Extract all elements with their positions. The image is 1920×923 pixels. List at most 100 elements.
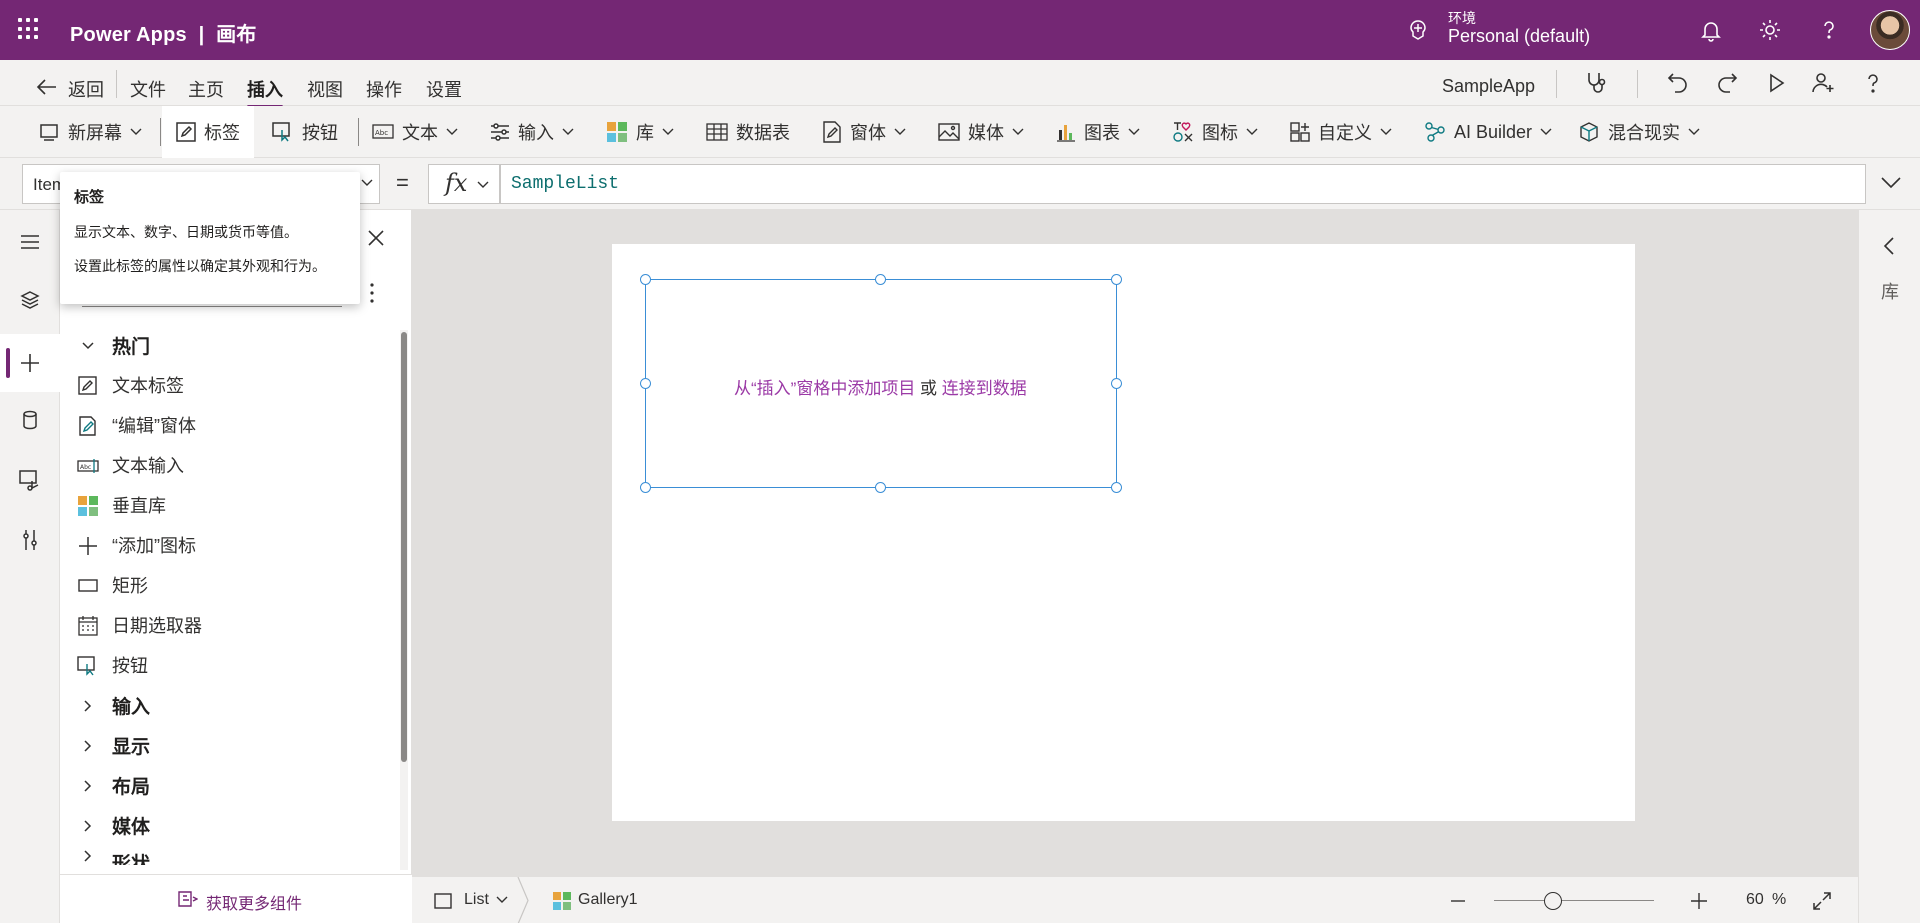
close-icon[interactable] [368, 230, 384, 246]
input-menu[interactable]: 输入 [490, 106, 574, 158]
group-input[interactable]: 输入 [60, 685, 402, 725]
back-arrow-icon[interactable] [36, 78, 58, 96]
user-avatar[interactable] [1870, 10, 1910, 50]
app-name[interactable]: SampleApp [1442, 76, 1535, 97]
insert-item-edit-form[interactable]: “编辑”窗体 [60, 405, 402, 445]
gear-icon[interactable] [1756, 16, 1784, 44]
environment-name[interactable]: Personal (default) [1448, 26, 1590, 47]
menu-view[interactable]: 视图 [307, 76, 343, 102]
app-checker-icon[interactable] [1584, 70, 1610, 96]
hamburger-icon[interactable] [18, 230, 42, 254]
insert-item-text-label[interactable]: 文本标签 [60, 365, 402, 405]
menu-divider [116, 70, 117, 98]
chevron-down-icon [361, 179, 373, 186]
gallery-placeholder: 从“插入”窗格中添加项目 或 连接到数据 [734, 374, 1027, 399]
insert-item-add-icon[interactable]: “添加”图标 [60, 525, 402, 565]
bell-icon[interactable] [1697, 16, 1725, 44]
chevron-down-icon [130, 128, 142, 135]
insert-item-rectangle[interactable]: 矩形 [60, 565, 402, 605]
undo-icon[interactable] [1665, 70, 1691, 96]
resize-handle[interactable] [875, 274, 886, 285]
custom-components-icon [1290, 122, 1310, 142]
mixed-reality-menu[interactable]: 混合现实 [1578, 106, 1700, 158]
zoom-in-icon[interactable] [1690, 892, 1708, 910]
zoom-slider[interactable] [1494, 900, 1654, 901]
formula-input[interactable]: SampleList [500, 164, 1866, 204]
group-popular[interactable]: 热门 [60, 325, 402, 365]
help-icon[interactable] [1815, 16, 1843, 44]
insert-item-text-input[interactable]: Abc 文本输入 [60, 445, 402, 485]
zoom-value[interactable]: 60 [1746, 891, 1764, 909]
redo-icon[interactable] [1714, 70, 1740, 96]
help-icon[interactable] [1860, 70, 1886, 96]
chevron-down-icon [1246, 128, 1258, 135]
menu-file[interactable]: 文件 [130, 76, 166, 102]
chevron-down-icon [477, 181, 489, 188]
ai-builder-menu[interactable]: AI Builder [1424, 106, 1552, 158]
resize-handle[interactable] [640, 482, 651, 493]
resize-handle[interactable] [875, 482, 886, 493]
share-user-icon[interactable] [1810, 70, 1836, 96]
environment-icon[interactable] [1406, 18, 1430, 42]
resize-handle[interactable] [1111, 482, 1122, 493]
expand-formula-icon[interactable] [1880, 176, 1902, 190]
menu-settings[interactable]: 设置 [426, 76, 462, 102]
group-label: 布局 [112, 776, 151, 798]
group-shapes[interactable]: 形状 [60, 845, 402, 865]
data-icon[interactable] [18, 408, 42, 432]
menu-home[interactable]: 主页 [188, 76, 224, 102]
chevron-right-icon [84, 700, 92, 712]
search-input[interactable] [82, 306, 342, 307]
gallery-menu[interactable]: 库 [606, 106, 674, 158]
insert-item-date-picker[interactable]: 日期选取器 [60, 605, 402, 645]
more-options-icon[interactable] [368, 282, 376, 304]
data-table-button[interactable]: 数据表 [706, 106, 790, 158]
group-media[interactable]: 媒体 [60, 805, 402, 845]
new-screen-button[interactable]: 新屏幕 [40, 106, 142, 158]
charts-menu[interactable]: 图表 [1056, 106, 1140, 158]
resize-handle[interactable] [640, 378, 651, 389]
get-more-components-button[interactable]: 获取更多组件 [60, 874, 412, 923]
label-button[interactable]: 标签 [162, 106, 254, 158]
chevron-down-icon[interactable] [496, 896, 508, 904]
insert-item-vertical-gallery[interactable]: 垂直库 [60, 485, 402, 525]
chevron-left-icon[interactable] [1883, 236, 1895, 256]
media-menu[interactable]: 媒体 [938, 106, 1024, 158]
text-menu[interactable]: Abc 文本 [372, 106, 458, 158]
advanced-tools-icon[interactable] [18, 528, 42, 552]
text-menu-label: 文本 [402, 123, 438, 143]
custom-menu[interactable]: 自定义 [1290, 106, 1392, 158]
control-breadcrumb[interactable]: Gallery1 [578, 891, 638, 909]
play-icon[interactable] [1763, 70, 1789, 96]
resize-handle[interactable] [640, 274, 651, 285]
resize-handle[interactable] [1111, 274, 1122, 285]
forms-menu[interactable]: 窗体 [822, 106, 906, 158]
add-from-insert-link[interactable]: 从“插入”窗格中添加项目 [734, 379, 915, 398]
resize-handle[interactable] [1111, 378, 1122, 389]
icons-menu[interactable]: 图标 [1172, 106, 1258, 158]
group-layout[interactable]: 布局 [60, 765, 402, 805]
mode-name: 画布 [216, 24, 257, 46]
gallery-panel-label[interactable]: 库 [1881, 278, 1899, 304]
app-launcher-icon[interactable] [18, 18, 40, 40]
connect-to-data-link[interactable]: 连接到数据 [942, 379, 1027, 398]
button-button[interactable]: 按钮 [272, 106, 338, 158]
tree-view-icon[interactable] [18, 288, 42, 312]
group-display[interactable]: 显示 [60, 725, 402, 765]
screen-breadcrumb[interactable]: List [464, 891, 489, 909]
menu-insert[interactable]: 插入 [247, 76, 283, 108]
zoom-out-icon[interactable] [1450, 899, 1466, 903]
media-library-icon[interactable] [18, 468, 42, 492]
group-label: 输入 [112, 696, 151, 718]
label-button-text: 标签 [204, 123, 240, 143]
zoom-slider-thumb[interactable] [1544, 892, 1562, 910]
back-button[interactable]: 返回 [68, 76, 104, 102]
bar-chart-icon [1057, 125, 1075, 142]
fit-to-window-icon[interactable] [1812, 891, 1832, 911]
insert-plus-icon[interactable] [18, 351, 42, 375]
menu-action[interactable]: 操作 [366, 76, 402, 102]
function-button[interactable]: fx [428, 164, 500, 204]
insert-item-button[interactable]: 按钮 [60, 645, 402, 685]
scrollbar-thumb[interactable] [401, 332, 407, 762]
charts-menu-label: 图表 [1084, 123, 1120, 143]
